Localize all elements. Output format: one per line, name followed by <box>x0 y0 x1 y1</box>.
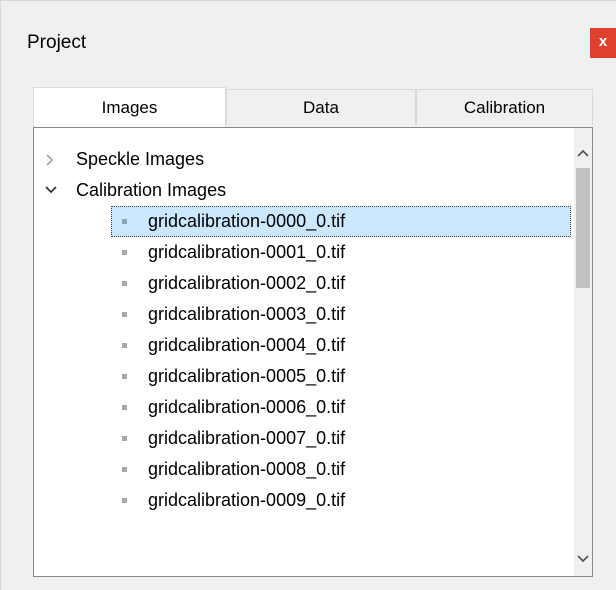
tree-leaf[interactable]: gridcalibration-0006_0.tif <box>34 392 574 423</box>
file-label: gridcalibration-0009_0.tif <box>148 490 346 510</box>
panel-titlebar: Project x <box>1 1 616 87</box>
chevron-up-icon <box>577 149 589 157</box>
tree-leaf[interactable]: gridcalibration-0003_0.tif <box>34 299 574 330</box>
chevron-right-icon[interactable] <box>44 144 58 175</box>
chevron-down-icon[interactable] <box>44 175 58 206</box>
file-label: gridcalibration-0001_0.tif <box>148 242 346 262</box>
file-label: gridcalibration-0003_0.tif <box>148 304 346 324</box>
bullet-icon <box>122 436 127 441</box>
chevron-down-icon <box>577 555 589 563</box>
scrollbar-thumb[interactable] <box>576 168 590 288</box>
bullet-icon <box>122 467 127 472</box>
file-label: gridcalibration-0000_0.tif <box>148 211 346 231</box>
vertical-scrollbar[interactable] <box>574 128 592 576</box>
tree-leaf[interactable]: gridcalibration-0007_0.tif <box>34 423 574 454</box>
bullet-icon <box>122 405 127 410</box>
tree-leaf[interactable]: gridcalibration-0001_0.tif <box>34 237 574 268</box>
tree-leaf[interactable]: gridcalibration-0002_0.tif <box>34 268 574 299</box>
tree-leaf[interactable]: gridcalibration-0009_0.tif <box>34 485 574 516</box>
tree-leaf[interactable]: gridcalibration-0008_0.tif <box>34 454 574 485</box>
file-label: gridcalibration-0006_0.tif <box>148 397 346 417</box>
tab-strip: Images Data Calibration <box>33 87 593 127</box>
bullet-icon <box>122 250 127 255</box>
file-label: gridcalibration-0004_0.tif <box>148 335 346 355</box>
bullet-icon <box>122 498 127 503</box>
bullet-icon <box>122 281 127 286</box>
image-tree: Speckle Images Calibration Images gridca… <box>33 127 593 577</box>
tree-node-label: Speckle Images <box>76 149 205 169</box>
tree-node-speckle-images[interactable]: Speckle Images <box>34 144 574 175</box>
file-label: gridcalibration-0008_0.tif <box>148 459 346 479</box>
bullet-icon <box>122 374 127 379</box>
close-button[interactable]: x <box>590 28 616 58</box>
tree-leaf-selected[interactable]: gridcalibration-0000_0.tif <box>34 206 574 237</box>
bullet-icon <box>122 312 127 317</box>
file-label: gridcalibration-0007_0.tif <box>148 428 346 448</box>
tab-calibration[interactable]: Calibration <box>416 89 593 125</box>
tab-images[interactable]: Images <box>33 87 226 127</box>
bullet-icon <box>122 343 127 348</box>
panel-title: Project <box>27 32 87 53</box>
tree-node-label: Calibration Images <box>76 180 227 200</box>
tree-node-calibration-images[interactable]: Calibration Images <box>34 175 574 206</box>
scroll-up-button[interactable] <box>574 142 592 164</box>
file-label: gridcalibration-0002_0.tif <box>148 273 346 293</box>
scroll-down-button[interactable] <box>574 548 592 570</box>
tab-data[interactable]: Data <box>226 89 416 125</box>
tree-leaf[interactable]: gridcalibration-0004_0.tif <box>34 330 574 361</box>
tree-leaf[interactable]: gridcalibration-0005_0.tif <box>34 361 574 392</box>
bullet-icon <box>122 219 127 224</box>
file-label: gridcalibration-0005_0.tif <box>148 366 346 386</box>
project-panel: Project x Images Data Calibration Speckl… <box>0 0 616 590</box>
